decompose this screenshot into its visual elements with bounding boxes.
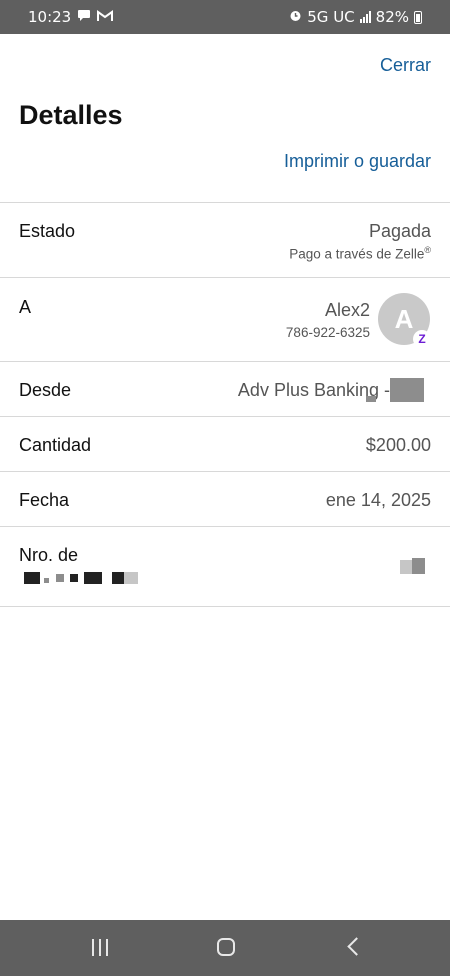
gmail-icon xyxy=(97,8,114,26)
battery-icon xyxy=(414,10,422,24)
redaction-block xyxy=(24,572,40,584)
divider xyxy=(0,277,450,278)
network-type: 5G UC xyxy=(307,8,355,26)
from-label: Desde xyxy=(19,380,72,400)
divider xyxy=(0,202,450,203)
divider xyxy=(0,471,450,472)
redaction-block xyxy=(44,578,49,583)
battery-percent: 82% xyxy=(375,8,409,26)
status-value: Pagada xyxy=(368,221,431,241)
signal-icon xyxy=(359,11,371,23)
recipient-label: A xyxy=(19,297,32,317)
redaction-block xyxy=(412,558,425,574)
amount-value: $200.00 xyxy=(365,435,431,455)
redacted-account-number xyxy=(390,378,424,402)
alarm-icon xyxy=(289,8,302,26)
zelle-icon: Z xyxy=(413,330,431,348)
date-label: Fecha xyxy=(19,490,70,510)
registered-mark: ® xyxy=(424,245,431,255)
status-time: 10:23 xyxy=(28,8,72,26)
divider xyxy=(0,526,450,527)
divider xyxy=(0,416,450,417)
status-bar: 10:23 5G UC 82% xyxy=(0,0,450,34)
payment-method: Pago a través de Zelle® xyxy=(289,245,431,262)
status-label: Estado xyxy=(19,221,76,241)
redaction-block xyxy=(400,560,412,574)
divider xyxy=(0,361,450,362)
back-icon[interactable] xyxy=(347,937,366,956)
page-title: Detalles xyxy=(19,100,123,130)
redaction-block xyxy=(112,572,124,584)
redaction-block xyxy=(124,572,138,584)
recipient-phone: 786-922-6325 xyxy=(285,325,370,340)
amount-label: Cantidad xyxy=(19,435,92,455)
chat-icon xyxy=(77,8,91,26)
redacted-mark xyxy=(366,396,376,402)
recipient-name: Alex2 xyxy=(324,300,370,320)
home-icon[interactable] xyxy=(217,938,235,956)
recent-apps-icon[interactable] xyxy=(92,939,108,956)
navigation-bar xyxy=(0,920,450,976)
divider xyxy=(0,606,450,607)
reference-label: Nro. de xyxy=(19,545,79,565)
redaction-block xyxy=(56,574,64,582)
date-value: ene 14, 2025 xyxy=(325,490,431,510)
payment-method-text: Pago a través de Zelle xyxy=(289,246,425,262)
close-button[interactable]: Cerrar xyxy=(380,55,431,76)
redaction-block xyxy=(70,574,78,582)
print-or-save-button[interactable]: Imprimir o guardar xyxy=(284,151,431,172)
redaction-block xyxy=(84,572,102,584)
